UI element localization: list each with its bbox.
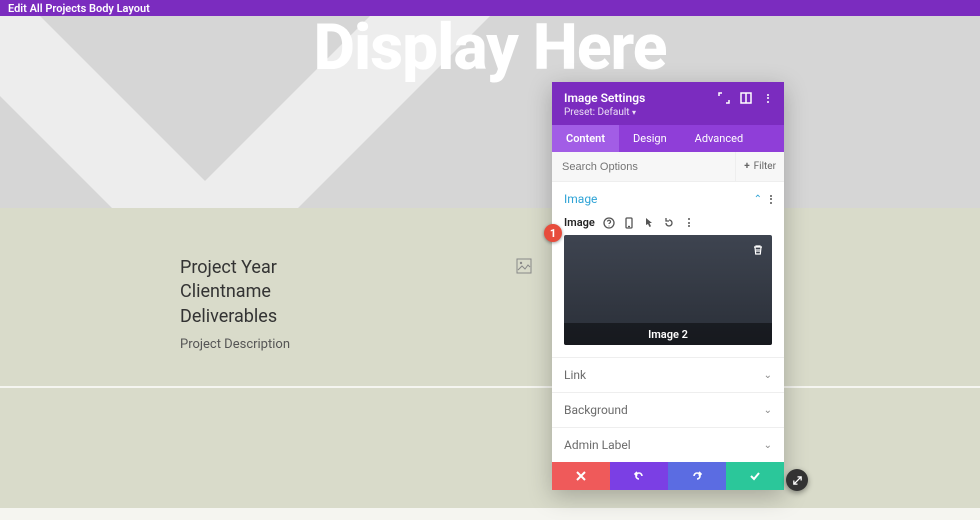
modal-header[interactable]: Image Settings Preset: Default ▾ xyxy=(552,82,784,125)
device-icon[interactable] xyxy=(623,217,635,229)
chevron-down-icon: ⌄ xyxy=(764,370,772,381)
tab-content[interactable]: Content xyxy=(552,125,619,152)
trash-icon[interactable] xyxy=(752,241,764,260)
tab-design[interactable]: Design xyxy=(619,125,681,152)
project-client: Clientname xyxy=(180,280,290,304)
image-field-row: Image xyxy=(564,216,772,229)
image-upload-area[interactable]: Image 2 xyxy=(564,235,772,345)
save-button[interactable] xyxy=(726,462,784,490)
columns-icon[interactable] xyxy=(740,92,752,104)
top-breadcrumb-bar: Edit All Projects Body Layout xyxy=(0,0,980,16)
section-more-icon[interactable] xyxy=(770,195,772,204)
modal-footer xyxy=(552,462,784,490)
image-settings-modal: Image Settings Preset: Default ▾ Content… xyxy=(552,82,784,490)
image-field-label: Image xyxy=(564,216,595,229)
step-badge: 1 xyxy=(544,224,562,242)
more-icon[interactable] xyxy=(762,92,774,104)
modal-search-row: +Filter xyxy=(552,152,784,182)
accordion-link: Link ⌄ xyxy=(552,358,784,393)
chevron-down-icon: ⌄ xyxy=(764,440,772,451)
modal-tabs: Content Design Advanced xyxy=(552,125,784,152)
tab-advanced[interactable]: Advanced xyxy=(681,125,757,152)
hero-title: Display Here xyxy=(0,16,980,85)
broken-image-icon xyxy=(516,258,532,279)
modal-preset[interactable]: Preset: Default ▾ xyxy=(564,107,772,118)
breadcrumb-title: Edit All Projects Body Layout xyxy=(8,2,150,15)
accordion-image: Image ⌃ Image Image 2 xyxy=(552,182,784,358)
field-more-icon[interactable] xyxy=(683,217,695,229)
chevron-up-icon: ⌃ xyxy=(754,194,762,205)
project-deliverables: Deliverables xyxy=(180,305,290,329)
expand-icon[interactable] xyxy=(718,92,730,104)
accordion-background-header[interactable]: Background ⌄ xyxy=(552,393,784,427)
accordion-link-title: Link xyxy=(564,368,586,382)
redo-button[interactable] xyxy=(668,462,726,490)
accordion-admin-label-title: Admin Label xyxy=(564,438,631,452)
hover-icon[interactable] xyxy=(643,217,655,229)
reset-icon[interactable] xyxy=(663,217,675,229)
search-input[interactable] xyxy=(552,161,735,173)
upload-label: Image 2 xyxy=(564,323,772,345)
accordion-admin-label: Admin Label ⌄ xyxy=(552,428,784,462)
accordion-admin-label-header[interactable]: Admin Label ⌄ xyxy=(552,428,784,462)
accordion-background: Background ⌄ xyxy=(552,393,784,428)
project-year: Project Year xyxy=(180,256,290,280)
accordion-image-title: Image xyxy=(564,192,597,206)
accordion-link-header[interactable]: Link ⌄ xyxy=(552,358,784,392)
cancel-button[interactable] xyxy=(552,462,610,490)
help-icon[interactable] xyxy=(603,217,615,229)
filter-button[interactable]: +Filter xyxy=(735,152,784,181)
project-meta: Project Year Clientname Deliverables Pro… xyxy=(180,256,290,352)
accordion-background-title: Background xyxy=(564,403,628,417)
chevron-down-icon: ⌄ xyxy=(764,405,772,416)
content-band-upper xyxy=(0,208,980,388)
undo-button[interactable] xyxy=(610,462,668,490)
drag-handle-fab[interactable] xyxy=(786,469,808,491)
content-band-lower xyxy=(0,388,980,508)
hero-banner: Display Here xyxy=(0,16,980,208)
accordion-image-header[interactable]: Image ⌃ xyxy=(552,182,784,216)
project-description: Project Description xyxy=(180,337,290,352)
